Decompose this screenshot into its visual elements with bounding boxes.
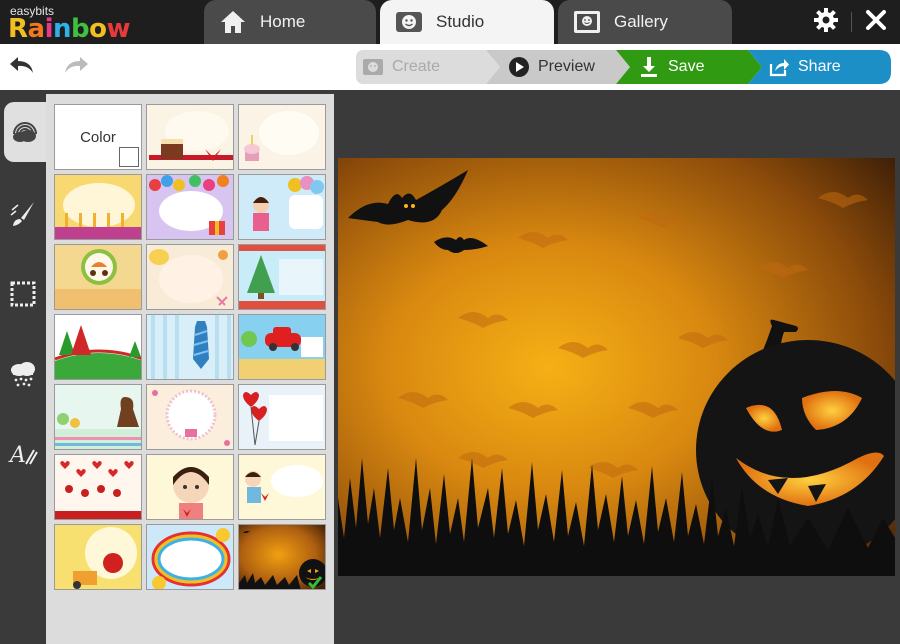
title-separator [851, 12, 852, 32]
tab-home-label: Home [260, 12, 306, 31]
close-button[interactable] [860, 6, 892, 38]
brand-title: Rainbow [8, 14, 131, 44]
thumb-lace-frame[interactable] [146, 384, 234, 450]
step-preview-button[interactable]: Preview [486, 50, 630, 84]
tab-studio-label: Studio [436, 12, 485, 31]
title-bar: easybits Rainbow Home Studio Gallery [0, 0, 900, 44]
thumb-boxing-glove[interactable] [54, 524, 142, 590]
thumb-candles[interactable] [54, 174, 142, 240]
create-icon [362, 56, 384, 78]
app-window: easybits Rainbow Home Studio Gallery Cre… [0, 0, 900, 644]
step-share-label: Share [798, 58, 841, 75]
step-save-button[interactable]: Save [616, 50, 762, 84]
brush-icon [9, 200, 37, 233]
rail-item-brush[interactable] [0, 186, 46, 246]
play-icon [508, 56, 530, 78]
undo-button[interactable] [6, 52, 38, 82]
color-swatch[interactable] [119, 147, 139, 167]
step-save-label: Save [668, 58, 705, 75]
share-icon [768, 56, 790, 78]
thumb-cupcake[interactable] [238, 104, 326, 170]
step-create-button[interactable]: Create [356, 50, 500, 84]
tool-rail: A [0, 90, 46, 644]
thumb-halloween[interactable] [238, 524, 326, 590]
thumb-hanging-hearts[interactable] [54, 454, 142, 520]
redo-button[interactable] [60, 52, 92, 82]
text-icon: A [8, 440, 38, 473]
thumb-balloons-gift[interactable] [146, 174, 234, 240]
rail-item-text[interactable]: A [0, 426, 46, 486]
step-share-button[interactable]: Share [748, 50, 891, 84]
download-icon [638, 56, 660, 78]
undo-icon [8, 53, 36, 82]
tab-gallery-label: Gallery [614, 12, 668, 31]
thumb-christmas-trees[interactable] [54, 314, 142, 380]
rail-item-effects[interactable] [0, 346, 46, 406]
thumb-striped-tie[interactable] [146, 314, 234, 380]
tab-home[interactable]: Home [204, 0, 376, 44]
redo-icon [62, 53, 90, 82]
background-gallery-panel: Color [46, 94, 334, 644]
frame-icon [9, 280, 37, 313]
studio-icon [394, 7, 424, 37]
tab-gallery[interactable]: Gallery [558, 0, 732, 44]
thumb-girl-balloons[interactable] [238, 174, 326, 240]
thumb-girl-cloud[interactable] [238, 454, 326, 520]
thumb-baby-duck[interactable] [146, 244, 234, 310]
home-icon [218, 7, 248, 37]
thumb-color-label: Color [80, 128, 116, 146]
thumb-baby-stroller[interactable] [54, 244, 142, 310]
thumb-birthday-cake[interactable] [146, 104, 234, 170]
thumb-mother-child[interactable] [54, 384, 142, 450]
svg-text:A: A [8, 443, 26, 468]
gear-icon [812, 6, 840, 39]
thumb-color[interactable]: Color [54, 104, 142, 170]
rain-cloud-icon [8, 360, 38, 393]
rail-item-backgrounds[interactable] [4, 102, 46, 162]
close-icon [864, 8, 888, 37]
step-create-label: Create [392, 58, 441, 75]
thumb-girl-bubble[interactable] [146, 454, 234, 520]
app-logo: easybits Rainbow [6, 2, 156, 42]
settings-button[interactable] [810, 6, 842, 38]
rail-item-frames[interactable] [0, 266, 46, 326]
gallery-icon [572, 7, 602, 37]
thumb-rainbow-frame[interactable] [146, 524, 234, 590]
thumb-christmas-tree[interactable] [238, 244, 326, 310]
thumb-red-car[interactable] [238, 314, 326, 380]
tab-studio[interactable]: Studio [380, 0, 554, 44]
thumb-heart-balloons[interactable] [238, 384, 326, 450]
rainbow-cloud-icon [10, 116, 40, 149]
step-preview-label: Preview [538, 58, 595, 75]
card-canvas[interactable] [338, 158, 895, 576]
